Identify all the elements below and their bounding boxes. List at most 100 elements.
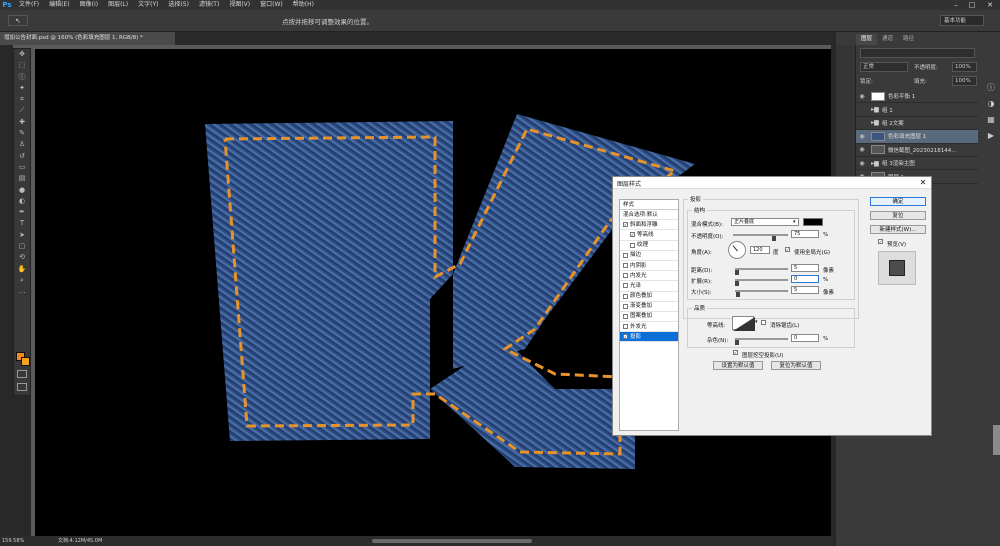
marquee-tool-icon[interactable]: ⬚	[14, 60, 30, 71]
quick-mask-icon[interactable]	[17, 370, 27, 378]
checkbox-unchecked-icon[interactable]	[623, 293, 628, 299]
angle-dial[interactable]	[728, 241, 746, 259]
spread-slider[interactable]	[735, 279, 788, 281]
eyedropper-tool-icon[interactable]: ⟋	[14, 105, 30, 116]
visibility-eye-icon[interactable]: ◉	[856, 93, 868, 100]
menu-item[interactable]: 图像(I)	[75, 0, 103, 10]
size-input[interactable]: 5	[791, 286, 819, 294]
workspace-select[interactable]: 基本功能	[940, 15, 984, 26]
menu-item[interactable]: 图层(L)	[103, 0, 133, 10]
folder-icon[interactable]: ▸▆	[868, 106, 882, 113]
dialog-close-icon[interactable]: ✕	[916, 177, 930, 189]
tab-channels[interactable]: 通道	[877, 34, 898, 45]
healing-brush-tool-icon[interactable]: ✚	[14, 117, 30, 128]
checkbox-checked-icon[interactable]	[623, 334, 628, 340]
checkbox-unchecked-icon[interactable]	[623, 273, 628, 279]
brush-tool-icon[interactable]: ✎	[14, 128, 30, 139]
layer-row[interactable]: ◉ 色彩平衡 1	[856, 90, 978, 104]
spread-slider-knob[interactable]	[735, 281, 739, 286]
folder-icon[interactable]: ▸▆	[868, 119, 882, 126]
layer-blend-mode-select[interactable]: 正常	[860, 62, 908, 72]
contour-dropdown-icon[interactable]: ▾	[755, 319, 758, 325]
menu-item[interactable]: 视图(V)	[224, 0, 255, 10]
visibility-eye-icon[interactable]: ◉	[856, 160, 868, 167]
reset-default-button[interactable]: 复位为默认值	[771, 361, 821, 370]
tab-layers[interactable]: 图层	[856, 34, 878, 45]
style-list-item[interactable]: 纹理	[620, 241, 678, 251]
contour-picker[interactable]	[732, 316, 755, 331]
menu-item[interactable]: 文字(Y)	[133, 0, 163, 10]
maximize-button[interactable]: □	[966, 0, 978, 10]
menu-item[interactable]: 文件(F)	[14, 0, 44, 10]
menu-item[interactable]: 滤镜(T)	[194, 0, 224, 10]
checkbox-unchecked-icon[interactable]	[623, 252, 628, 258]
gradient-tool-icon[interactable]: ▤	[14, 173, 30, 184]
distance-input[interactable]: 5	[791, 264, 819, 272]
document-size[interactable]: 文档:4.12M/45.0M	[58, 536, 102, 546]
layer-opacity-input[interactable]: 100%	[952, 62, 977, 72]
layer-row[interactable]: ◉ 微信截图_20230218144...	[856, 144, 978, 157]
spread-input[interactable]: 0	[791, 275, 819, 283]
styles-list-header[interactable]: 样式	[620, 200, 678, 210]
style-list-item[interactable]: 描边	[620, 251, 678, 261]
magic-wand-tool-icon[interactable]: ✦	[14, 83, 30, 94]
global-light-checkbox[interactable]	[785, 247, 792, 253]
opacity-slider-knob[interactable]	[772, 236, 777, 241]
checkbox-checked-icon[interactable]	[630, 232, 635, 238]
checkbox-unchecked-icon[interactable]	[623, 303, 628, 309]
size-slider[interactable]	[735, 290, 788, 292]
shape-tool-icon[interactable]: ▢	[14, 241, 30, 252]
screen-mode-icon[interactable]	[17, 383, 27, 391]
close-window-button[interactable]: ✕	[984, 0, 996, 10]
style-list-item[interactable]: 斜面和浮雕	[620, 220, 678, 231]
cancel-button[interactable]: 复位	[870, 211, 926, 220]
layer-row[interactable]: ▸▆ 组 2文案	[856, 117, 978, 131]
panel-scrollbar[interactable]	[993, 425, 1000, 455]
preview-checkbox[interactable]	[878, 239, 885, 245]
style-list-item[interactable]: 混合选项:默认	[620, 210, 678, 221]
hand-tool-icon[interactable]: ✋	[14, 264, 30, 275]
new-style-button[interactable]: 新建样式(W)...	[870, 225, 926, 234]
blur-tool-icon[interactable]: ●	[14, 185, 30, 196]
style-list-item[interactable]: 内发光	[620, 271, 678, 282]
styles-icon[interactable]: ▶	[984, 128, 998, 144]
style-list-item[interactable]: 外发光	[620, 322, 678, 333]
visibility-eye-icon[interactable]: ◉	[856, 146, 868, 153]
move-tool-preset[interactable]: ↖	[8, 15, 28, 26]
checkbox-checked-icon[interactable]	[623, 222, 628, 228]
path-selection-tool-icon[interactable]: ➤	[14, 230, 30, 241]
size-slider-knob[interactable]	[736, 292, 740, 297]
menu-item[interactable]: 帮助(H)	[288, 0, 319, 10]
knockout-checkbox[interactable]	[733, 350, 740, 356]
layer-row[interactable]: ◉ 色彩填充图层 1	[856, 130, 978, 144]
menu-item[interactable]: 窗口(W)	[255, 0, 288, 10]
3d-rotate-tool-icon[interactable]: ⟲	[14, 252, 30, 263]
horizontal-scrollbar[interactable]	[372, 539, 532, 543]
style-list-item[interactable]: 内阴影	[620, 261, 678, 272]
shadow-color-swatch[interactable]	[803, 218, 823, 226]
checkbox-unchecked-icon[interactable]	[623, 263, 628, 269]
stamp-tool-icon[interactable]: ♙	[14, 139, 30, 150]
properties-icon[interactable]: ⓘ	[984, 80, 998, 96]
noise-input[interactable]: 0	[791, 334, 819, 342]
checkbox-unchecked-icon[interactable]	[623, 283, 628, 289]
blend-mode-select[interactable]: 正片叠底	[731, 218, 799, 226]
layer-row[interactable]: ▸▆ 组 1	[856, 103, 978, 117]
make-default-button[interactable]: 设置为默认值	[713, 361, 763, 370]
visibility-eye-icon[interactable]: ◉	[856, 133, 868, 140]
distance-slider-knob[interactable]	[735, 270, 739, 275]
dodge-tool-icon[interactable]: ◐	[14, 196, 30, 207]
style-list-item[interactable]: 颜色叠加	[620, 292, 678, 302]
swatches-icon[interactable]: ▦	[984, 112, 998, 128]
adjustments-icon[interactable]: ◑	[984, 96, 998, 112]
crop-tool-icon[interactable]: ⌗	[14, 94, 30, 105]
background-color-swatch[interactable]	[21, 357, 30, 366]
folder-icon[interactable]: ▸▆	[868, 160, 882, 167]
move-tool-icon[interactable]: ✥	[14, 49, 30, 60]
style-list-item[interactable]: 投影	[620, 332, 678, 343]
style-list-item[interactable]: 渐变叠加	[620, 302, 678, 312]
zoom-tool-icon[interactable]: ⌕	[14, 275, 30, 286]
noise-slider[interactable]	[735, 338, 788, 340]
menu-item[interactable]: 选择(S)	[163, 0, 194, 10]
more-tools-icon[interactable]: …	[14, 286, 30, 297]
